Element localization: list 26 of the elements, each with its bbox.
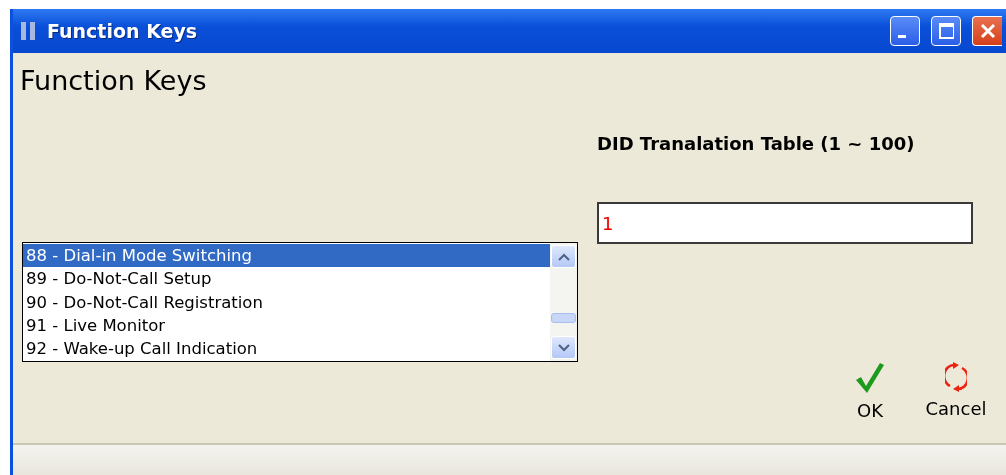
- cancel-button[interactable]: Cancel: [924, 362, 988, 421]
- scrollbar[interactable]: [550, 243, 577, 361]
- close-icon: [979, 22, 996, 40]
- list-item[interactable]: 91 - Live Monitor: [23, 313, 550, 338]
- list-item[interactable]: 89 - Do-Not-Call Setup: [23, 267, 550, 291]
- field-label: DID Tranalation Table (1 ~ 100): [597, 133, 916, 154]
- list-item[interactable]: 88 - Dial-in Mode Switching: [23, 244, 550, 268]
- minimize-button[interactable]: [890, 16, 920, 46]
- scroll-down-button[interactable]: [551, 336, 576, 359]
- window-title: Function Keys: [47, 20, 199, 42]
- page-heading: Function Keys: [20, 65, 208, 98]
- scroll-up-button[interactable]: [551, 245, 576, 268]
- chevron-down-icon: [557, 343, 570, 352]
- function-list[interactable]: 88 - Dial-in Mode Switching 89 - Do-Not-Call Setup 90 - Do-Not-Call Registration 91 - Live Monitor 92 - Wake-up Call Indication: [22, 242, 578, 362]
- minimize-icon: [898, 34, 906, 38]
- list-item[interactable]: 92 - Wake-up Call Indication: [23, 337, 550, 361]
- chevron-up-icon: [557, 252, 570, 261]
- maximize-button[interactable]: [931, 16, 961, 46]
- scroll-thumb[interactable]: [551, 313, 576, 323]
- input-field[interactable]: 1: [597, 202, 973, 244]
- maximize-icon: [938, 22, 954, 40]
- refresh-icon: [945, 362, 967, 392]
- checkmark-icon: [855, 362, 885, 394]
- ok-button[interactable]: OK: [838, 362, 902, 421]
- close-button[interactable]: [972, 16, 1002, 46]
- list-item[interactable]: 90 - Do-Not-Call Registration: [23, 290, 550, 314]
